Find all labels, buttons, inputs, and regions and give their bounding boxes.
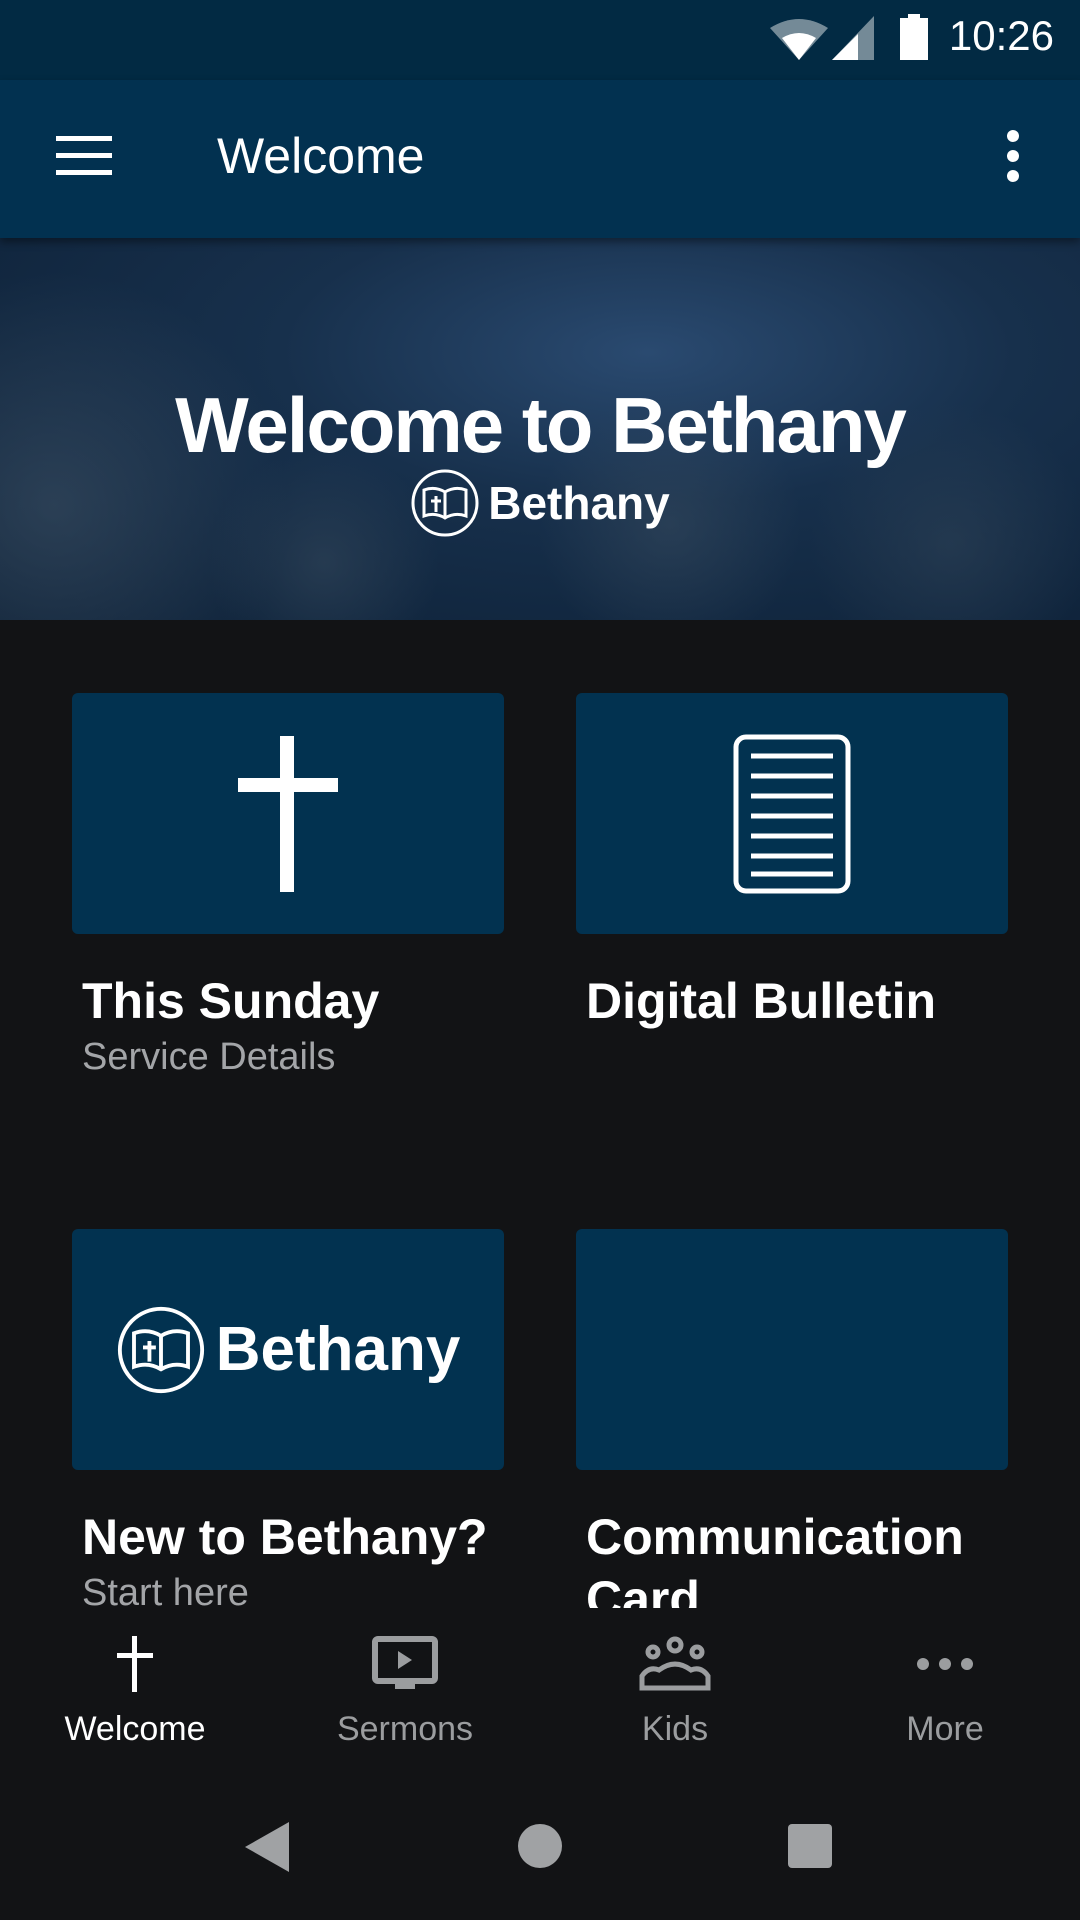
card-title: This Sunday — [82, 973, 380, 1029]
system-navigation — [0, 1770, 1080, 1920]
card-title: New to Bethany? — [82, 1509, 488, 1565]
nav-label: More — [906, 1710, 984, 1748]
card-subtitle: Start here — [82, 1572, 249, 1608]
nav-label: Sermons — [336, 1710, 474, 1748]
hamburger-icon[interactable] — [56, 136, 112, 176]
nav-more[interactable]: More — [810, 1608, 1080, 1770]
card-thumb — [72, 693, 504, 934]
more-vert-icon[interactable] — [1002, 130, 1024, 182]
battery-icon — [900, 14, 928, 60]
card-subtitle: Service Details — [82, 1036, 336, 1078]
page-title: Welcome — [217, 128, 425, 184]
brand-logo: Bethany — [0, 468, 1080, 538]
card-this-sunday[interactable]: This Sunday Service Details — [72, 693, 504, 1079]
bible-logo-icon — [117, 1306, 204, 1393]
group-icon — [639, 1636, 711, 1691]
card-digital-bulletin[interactable]: Digital Bulletin — [576, 693, 1008, 1032]
nav-welcome[interactable]: Welcome — [0, 1608, 270, 1770]
card-thumb — [576, 693, 1008, 934]
card-title: Digital Bulletin — [586, 973, 936, 1029]
nav-label: Welcome — [64, 1710, 206, 1748]
nav-label: Kids — [641, 1710, 709, 1748]
card-thumb: Bethany — [72, 1229, 504, 1470]
wifi-icon — [770, 19, 828, 60]
hero-title: Welcome to Bethany — [175, 381, 907, 469]
status-bar: 10:26 — [0, 0, 1080, 80]
hero-banner: Welcome to Bethany Bethany — [0, 238, 1080, 620]
nav-sermons[interactable]: Sermons — [270, 1608, 540, 1770]
brand-name: Bethany — [488, 477, 670, 529]
more-horiz-icon — [917, 1658, 973, 1670]
document-icon — [733, 734, 851, 893]
card-title: Communication Card — [586, 1509, 964, 1608]
clock: 10:26 — [948, 12, 1054, 59]
card-communication-card[interactable]: Communication Card — [576, 1229, 1008, 1608]
bottom-navigation: Welcome Sermons Kids More — [0, 1608, 1080, 1770]
bible-logo-icon — [411, 469, 479, 537]
woman-laptop-photo — [576, 1229, 1008, 1470]
tv-play-icon — [372, 1636, 438, 1689]
nav-kids[interactable]: Kids — [540, 1608, 810, 1770]
recents-icon[interactable] — [788, 1824, 832, 1868]
cross-icon — [117, 1636, 153, 1692]
back-icon[interactable] — [245, 1822, 289, 1872]
card-grid: This Sunday Service Details Digital Bull… — [0, 620, 1080, 1608]
card-new-to-bethany[interactable]: Bethany New to Bethany? Start here — [72, 1229, 504, 1608]
brand-name: Bethany — [215, 1315, 461, 1384]
app-bar: Welcome — [0, 80, 1080, 238]
cross-icon — [238, 735, 338, 892]
signal-icon — [832, 16, 874, 60]
home-icon[interactable] — [518, 1824, 562, 1868]
